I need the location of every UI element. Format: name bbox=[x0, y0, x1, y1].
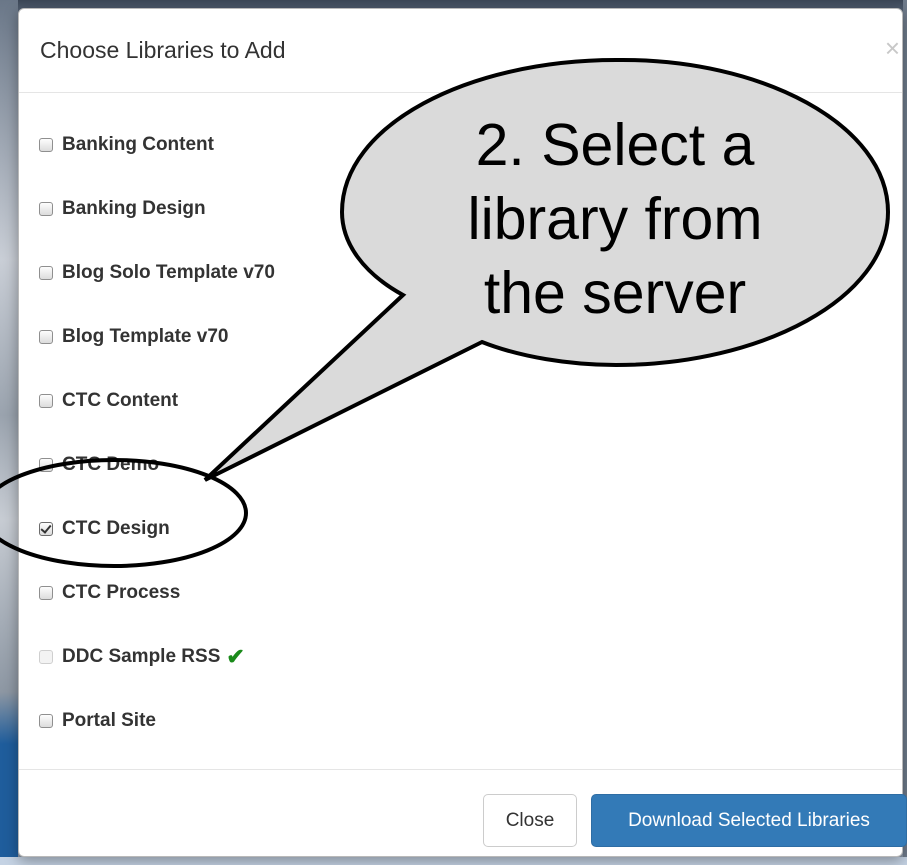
dialog-title: Choose Libraries to Add bbox=[40, 37, 286, 63]
dialog-footer: Close Download Selected Libraries bbox=[19, 769, 907, 858]
library-item-portal-site[interactable]: Portal Site bbox=[39, 706, 156, 736]
callout-line-1: 2. Select a bbox=[475, 112, 755, 178]
library-label[interactable]: CTC Process bbox=[62, 582, 180, 604]
background-app-right-edge bbox=[903, 0, 907, 865]
library-item-ctc-design[interactable]: CTC Design bbox=[39, 514, 170, 544]
download-selected-libraries-button[interactable]: Download Selected Libraries bbox=[591, 794, 907, 847]
library-checkbox-checked[interactable] bbox=[39, 522, 53, 536]
library-label[interactable]: Banking Content bbox=[62, 134, 214, 156]
library-checkbox[interactable] bbox=[39, 586, 53, 600]
callout-line-3: the server bbox=[483, 260, 747, 326]
close-button[interactable]: Close bbox=[483, 794, 577, 847]
library-checkbox[interactable] bbox=[39, 138, 53, 152]
library-label[interactable]: CTC Design bbox=[62, 518, 170, 540]
library-label[interactable]: CTC Content bbox=[62, 390, 178, 412]
library-item-banking-design[interactable]: Banking Design bbox=[39, 194, 206, 224]
library-checkbox[interactable] bbox=[39, 330, 53, 344]
library-checkbox[interactable] bbox=[39, 202, 53, 216]
library-label[interactable]: Portal Site bbox=[62, 710, 156, 732]
callout-text: 2. Select a library from the server bbox=[420, 108, 810, 330]
library-item-blog-template[interactable]: Blog Template v70 bbox=[39, 322, 228, 352]
library-item-ctc-content[interactable]: CTC Content bbox=[39, 386, 178, 416]
library-label: DDC Sample RSS bbox=[62, 646, 221, 667]
library-item-ddc-sample-rss: DDC Sample RSS ✔ bbox=[39, 642, 245, 672]
library-label[interactable]: Blog Solo Template v70 bbox=[62, 262, 275, 284]
library-item-partial[interactable] bbox=[39, 762, 62, 769]
library-checkbox[interactable] bbox=[39, 266, 53, 280]
library-checkbox[interactable] bbox=[39, 714, 53, 728]
library-label[interactable]: CTC Demo bbox=[62, 454, 159, 476]
library-item-ctc-demo[interactable]: CTC Demo bbox=[39, 450, 159, 480]
library-checkbox[interactable] bbox=[39, 394, 53, 408]
checkmark-icon: ✔ bbox=[226, 644, 245, 669]
library-item-blog-solo-template[interactable]: Blog Solo Template v70 bbox=[39, 258, 275, 288]
library-label[interactable]: Banking Design bbox=[62, 198, 206, 220]
close-icon[interactable]: × bbox=[885, 35, 900, 61]
dialog-header: Choose Libraries to Add × bbox=[19, 9, 902, 93]
library-item-banking-content[interactable]: Banking Content bbox=[39, 130, 214, 160]
background-app-bottom-edge bbox=[0, 857, 907, 865]
library-label[interactable]: Blog Template v70 bbox=[62, 326, 228, 348]
library-checkbox[interactable] bbox=[39, 458, 53, 472]
callout-line-2: library from bbox=[467, 186, 763, 252]
background-app-left-edge bbox=[0, 0, 18, 865]
library-item-ctc-process[interactable]: CTC Process bbox=[39, 578, 180, 608]
library-checkbox-disabled bbox=[39, 650, 53, 664]
